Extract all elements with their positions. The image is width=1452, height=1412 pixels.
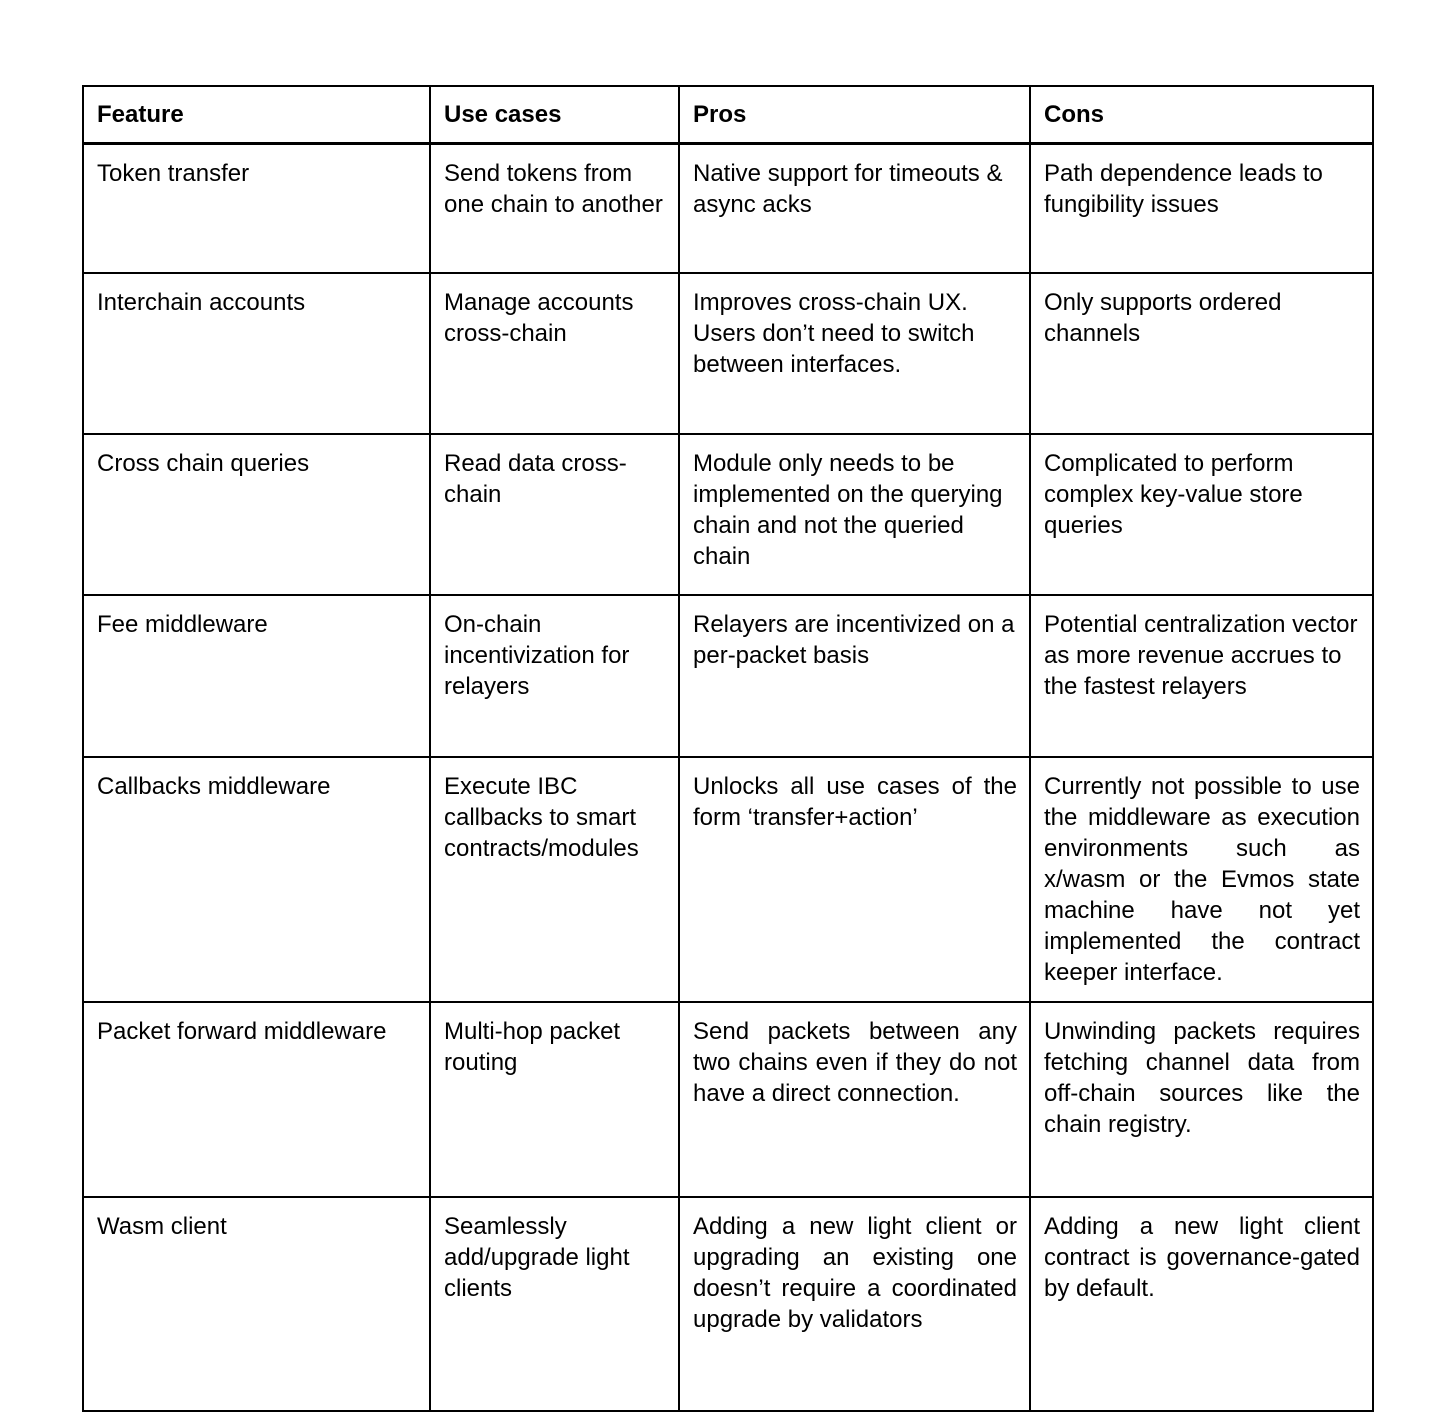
table-cell-pros: Improves cross-chain UX. Users don’t nee… <box>678 271 1031 435</box>
table-row: Interchain accounts Manage accounts cross… <box>82 271 1374 435</box>
table-cell-use_cases: Execute IBC callbacks to smart contracts… <box>429 755 680 1003</box>
table-row: Wasm client Seamlessly add/upgrade light … <box>82 1195 1374 1412</box>
table-cell-cons: Currently not possible to use the middle… <box>1029 755 1374 1003</box>
ibc-feature-comparison-table: Feature Use cases Pros Cons Token transf… <box>82 84 1374 1412</box>
table-cell-pros: Module only needs to be implemented on t… <box>678 432 1031 596</box>
table-cell-feature: Cross chain queries <box>82 432 431 596</box>
table-cell-feature: Packet forward middleware <box>82 1000 431 1198</box>
table-cell-feature: Token transfer <box>82 142 431 274</box>
table-cell-cons: Adding a new light client contract is go… <box>1029 1195 1374 1412</box>
table-cell-feature: Interchain accounts <box>82 271 431 435</box>
table-cell-cons: Complicated to perform complex key-value… <box>1029 432 1374 596</box>
table-cell-cons: Only supports ordered channels <box>1029 271 1374 435</box>
table-cell-pros: Native support for timeouts & async acks <box>678 142 1031 274</box>
table-row: Cross chain queries Read data cross-chain… <box>82 432 1374 596</box>
table-cell-pros: Unlocks all use cases of the form ‘trans… <box>678 755 1031 1003</box>
column-header-pros: Pros <box>678 84 1031 145</box>
table-cell-feature: Wasm client <box>82 1195 431 1412</box>
table-cell-cons: Path dependence leads to fungibility iss… <box>1029 142 1374 274</box>
table-cell-use_cases: Manage accounts cross-chain <box>429 271 680 435</box>
table-cell-use_cases: On-chain incentivization for relayers <box>429 593 680 758</box>
page-canvas: Feature Use cases Pros Cons Token transf… <box>0 0 1452 1412</box>
table-cell-feature: Callbacks middleware <box>82 755 431 1003</box>
table-cell-pros: Relayers are incentivized on a per-packe… <box>678 593 1031 758</box>
table-cell-use_cases: Seamlessly add/upgrade light clients <box>429 1195 680 1412</box>
table-header-row: Feature Use cases Pros Cons <box>82 84 1374 145</box>
table-row: Token transfer Send tokens from one chain… <box>82 142 1374 274</box>
table-cell-pros: Send packets between any two chains even… <box>678 1000 1031 1198</box>
table-body: Token transfer Send tokens from one chain… <box>82 142 1374 1412</box>
table-cell-use_cases: Multi-hop packet routing <box>429 1000 680 1198</box>
table-cell-feature: Fee middleware <box>82 593 431 758</box>
column-header-use-cases: Use cases <box>429 84 680 145</box>
column-header-cons: Cons <box>1029 84 1374 145</box>
table-cell-cons: Unwinding packets requires fetching chan… <box>1029 1000 1374 1198</box>
column-header-feature: Feature <box>82 84 431 145</box>
table-row: Fee middleware On-chain incentivization f… <box>82 593 1374 758</box>
table-cell-use_cases: Read data cross-chain <box>429 432 680 596</box>
table-cell-cons: Potential centralization vector as more … <box>1029 593 1374 758</box>
table-header: Feature Use cases Pros Cons <box>82 84 1374 145</box>
table-row: Callbacks middleware Execute IBC callback… <box>82 755 1374 1003</box>
table-cell-use_cases: Send tokens from one chain to another <box>429 142 680 274</box>
table-cell-pros: Adding a new light client or upgrading a… <box>678 1195 1031 1412</box>
table-row: Packet forward middleware Multi-hop packe… <box>82 1000 1374 1198</box>
